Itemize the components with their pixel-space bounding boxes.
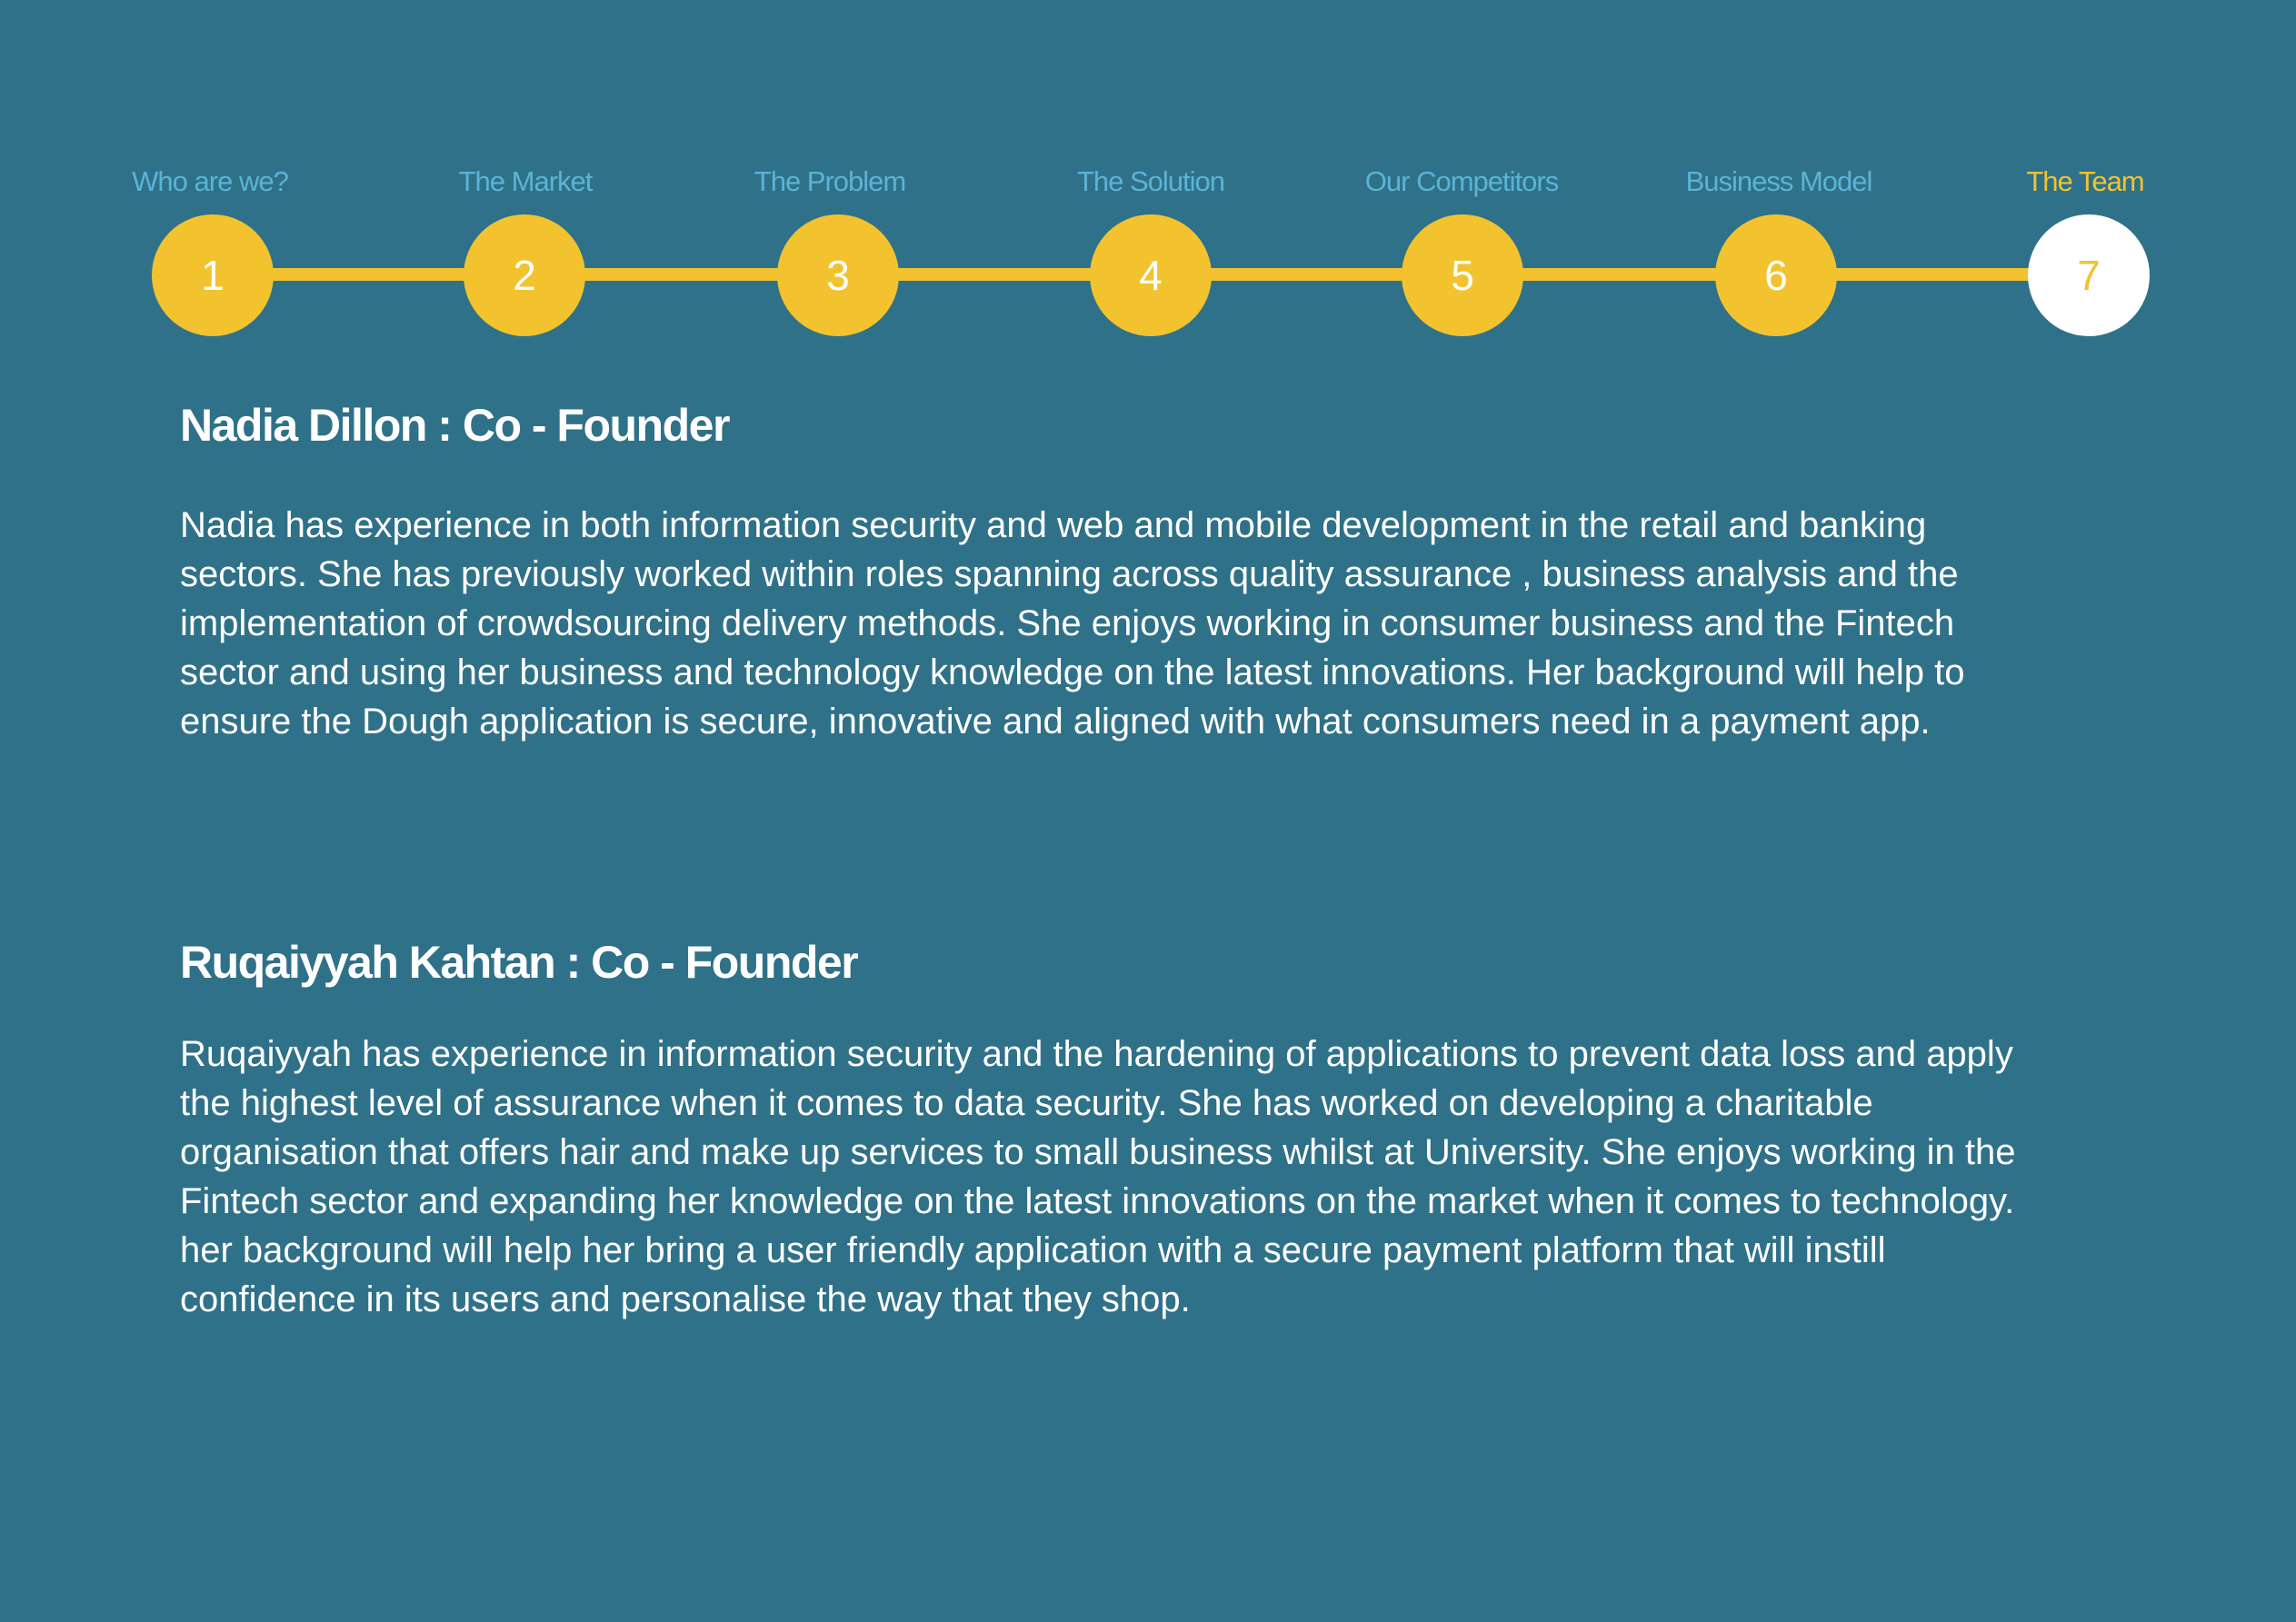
founder-bio-ruqaiyyah: Ruqaiyyah has experience in information … bbox=[180, 1034, 2016, 1319]
founder-heading-nadia: Nadia Dillon : Co - Founder bbox=[180, 400, 730, 451]
step-label-the-market[interactable]: The Market bbox=[389, 165, 662, 198]
step-label-the-team[interactable]: The Team bbox=[1949, 165, 2221, 198]
step-label-business-model[interactable]: Business Model bbox=[1642, 165, 1915, 198]
step-circle-1[interactable]: 1 bbox=[152, 214, 274, 336]
step-circle-2[interactable]: 2 bbox=[464, 214, 585, 336]
step-label-who-are-we[interactable]: Who are we? bbox=[74, 165, 346, 198]
step-label-our-competitors[interactable]: Our Competitors bbox=[1325, 165, 1598, 198]
founder-heading-ruqaiyyah: Ruqaiyyah Kahtan : Co - Founder bbox=[180, 937, 859, 988]
step-label-the-problem[interactable]: The Problem bbox=[694, 165, 966, 198]
founder-bio-nadia: Nadia has experience in both information… bbox=[180, 505, 1965, 741]
step-circle-7[interactable]: 7 bbox=[2028, 214, 2150, 336]
step-circle-6[interactable]: 6 bbox=[1715, 214, 1837, 336]
step-circle-5[interactable]: 5 bbox=[1402, 214, 1523, 336]
step-circle-4[interactable]: 4 bbox=[1090, 214, 1212, 336]
step-circle-3[interactable]: 3 bbox=[777, 214, 899, 336]
step-label-the-solution[interactable]: The Solution bbox=[1014, 165, 1287, 198]
